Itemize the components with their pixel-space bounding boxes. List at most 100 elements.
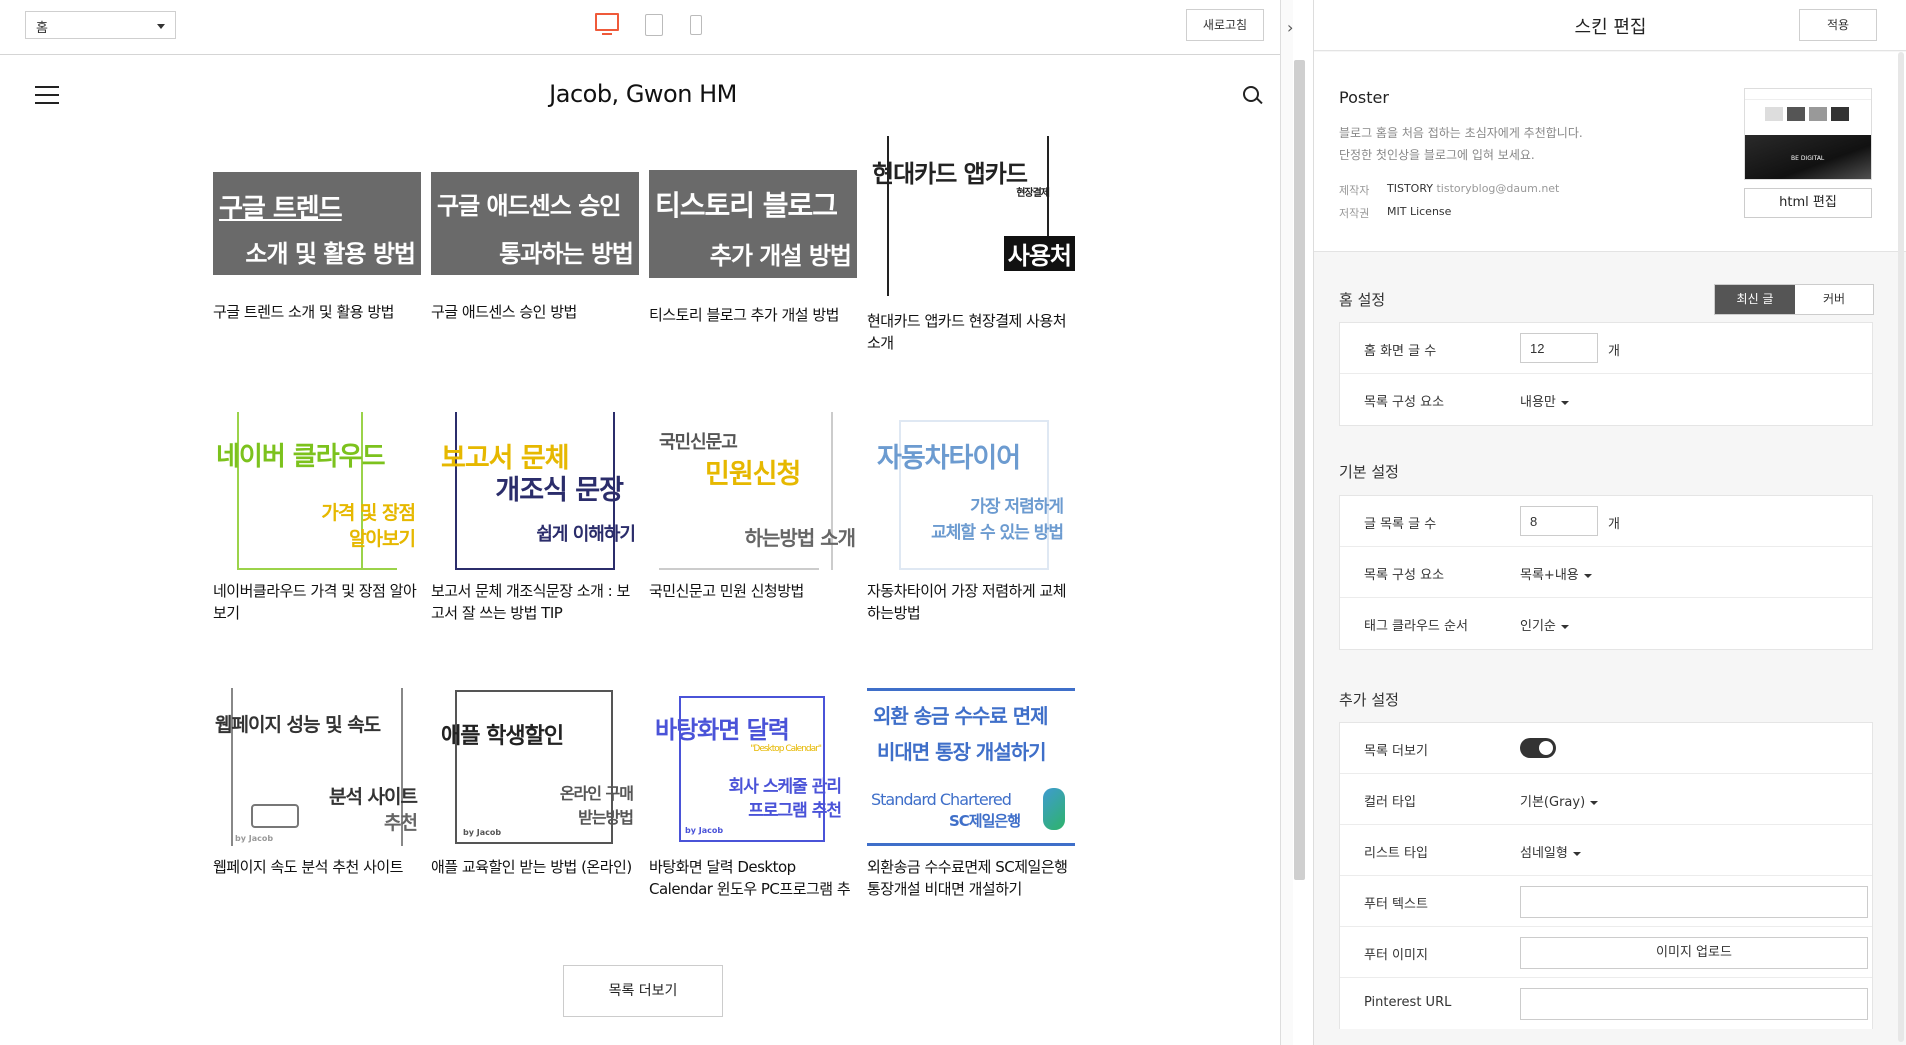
home-components-dropdown[interactable]: 내용만 bbox=[1520, 391, 1569, 410]
skin-edit-panel: 스킨 편집 적용 Poster 블로그 홈을 처음 접하는 초심자에게 추천합니… bbox=[1313, 0, 1906, 1045]
post-title[interactable]: 자동차타이어 가장 저렴하게 교체하는방법 bbox=[867, 580, 1075, 624]
html-edit-button[interactable]: html 편집 bbox=[1744, 188, 1872, 218]
post-card[interactable]: 자동차타이어 가장 저렴하게 교체할 수 있는 방법 자동차타이어 가장 저렴하… bbox=[867, 412, 1075, 624]
post-title[interactable]: 티스토리 블로그 추가 개설 방법 bbox=[649, 304, 857, 326]
list-type-dropdown[interactable]: 섬네일형 bbox=[1520, 842, 1581, 861]
skin-name: Poster bbox=[1339, 88, 1389, 107]
setting-row: 홈 화면 글 수 개 bbox=[1340, 323, 1872, 374]
tablet-icon[interactable] bbox=[645, 14, 663, 36]
page-select[interactable]: 홈 bbox=[25, 11, 176, 39]
tag-order-label: 태그 클라우드 순서 bbox=[1364, 619, 1468, 634]
list-count-input[interactable] bbox=[1520, 506, 1598, 536]
post-thumbnail[interactable]: 구글 트렌드 소개 및 활용 방법 bbox=[213, 172, 421, 275]
post-card[interactable]: 구글 애드센스 승인 통과하는 방법 구글 애드센스 승인 방법 bbox=[431, 162, 639, 323]
desktop-icon[interactable] bbox=[595, 13, 619, 35]
post-title[interactable]: 애플 교육할인 받는 방법 (온라인) bbox=[431, 856, 639, 878]
thumb-text: 민원신청 bbox=[705, 459, 801, 490]
post-title[interactable]: 국민신문고 민원 신청방법 bbox=[649, 580, 857, 602]
post-card[interactable]: 웹페이지 성능 및 속도 분석 사이트 추천 by Jacob 웹페이지 속도 … bbox=[213, 688, 421, 878]
post-thumbnail[interactable]: 웹페이지 성능 및 속도 분석 사이트 추천 by Jacob bbox=[213, 688, 421, 846]
list-components-dropdown[interactable]: 목록+내용 bbox=[1520, 564, 1592, 583]
post-card[interactable]: 티스토리 블로그 추가 개설 방법 티스토리 블로그 추가 개설 방법 bbox=[649, 160, 857, 326]
blog-preview: Jacob, Gwon HM 구글 트렌드 소개 및 활용 방법 구글 트렌드 … bbox=[0, 56, 1280, 1045]
post-thumbnail[interactable]: 외환 송금 수수료 면제 비대면 통장 개설하기 Standard Charte… bbox=[867, 688, 1075, 846]
search-icon[interactable] bbox=[1243, 86, 1259, 102]
post-thumbnail[interactable]: 현대카드 앱카드 현장결제 사용처 bbox=[867, 136, 1075, 296]
color-type-label: 컬러 타입 bbox=[1364, 795, 1416, 810]
footer-text-input[interactable] bbox=[1520, 886, 1868, 918]
post-title[interactable]: 네이버클라우드 가격 및 장점 알아보기 bbox=[213, 580, 421, 624]
list-count-label: 글 목록 글 수 bbox=[1364, 517, 1437, 532]
post-card[interactable]: 보고서 문체 개조식 문장 쉽게 이해하기 보고서 문체 개조식문장 소개 : … bbox=[431, 412, 639, 624]
caret-down-icon bbox=[1572, 851, 1581, 856]
post-title[interactable]: 현대카드 앱카드 현장결제 사용처 소개 bbox=[867, 310, 1075, 354]
post-title[interactable]: 구글 트렌드 소개 및 활용 방법 bbox=[213, 301, 421, 323]
setting-row: 컬러 타입 기본(Gray) bbox=[1340, 774, 1872, 825]
setting-row: 글 목록 글 수 개 bbox=[1340, 496, 1872, 547]
thumb-text: 가장 저렴하게 bbox=[970, 497, 1064, 517]
preview-divider bbox=[1280, 0, 1293, 1045]
post-title[interactable]: 외환송금 수수료면제 SC제일은행 통장개설 비대면 개설하기 bbox=[867, 856, 1075, 900]
collapse-panel-icon[interactable]: › bbox=[1287, 18, 1293, 37]
license-label: 저작권 bbox=[1339, 207, 1370, 220]
post-thumbnail[interactable]: 자동차타이어 가장 저렴하게 교체할 수 있는 방법 bbox=[867, 412, 1075, 570]
post-thumbnail[interactable]: 보고서 문체 개조식 문장 쉽게 이해하기 bbox=[431, 412, 639, 570]
post-title[interactable]: 구글 애드센스 승인 방법 bbox=[431, 301, 639, 323]
mobile-icon[interactable] bbox=[690, 15, 702, 35]
post-title[interactable]: 보고서 문체 개조식문장 소개 : 보고서 잘 쓰는 방법 TIP bbox=[431, 580, 639, 624]
seg-cover-button[interactable]: 커버 bbox=[1795, 285, 1873, 314]
color-type-dropdown[interactable]: 기본(Gray) bbox=[1520, 791, 1599, 810]
blog-title[interactable]: Jacob, Gwon HM bbox=[0, 80, 1280, 108]
more-toggle-switch[interactable] bbox=[1520, 738, 1556, 758]
thumb-text: 바탕화면 달력 bbox=[655, 716, 790, 744]
pinterest-url-input[interactable] bbox=[1520, 988, 1868, 1020]
image-upload-button[interactable]: 이미지 업로드 bbox=[1520, 937, 1868, 969]
setting-row: 목록 구성 요소 목록+내용 bbox=[1340, 547, 1872, 598]
thumb-text: 자동차타이어 bbox=[877, 443, 1021, 474]
setting-row: 목록 더보기 bbox=[1340, 723, 1872, 774]
post-card[interactable]: 네이버 클라우드 가격 및 장점 알아보기 네이버클라우드 가격 및 장점 알아… bbox=[213, 412, 421, 624]
unit-label: 개 bbox=[1608, 344, 1620, 359]
thumb-text: 분석 사이트 bbox=[328, 786, 418, 808]
post-thumbnail[interactable]: 네이버 클라우드 가격 및 장점 알아보기 bbox=[213, 412, 421, 570]
post-card[interactable]: 바탕화면 달력 "Desktop Calendar" 회사 스케줄 관리 프로그… bbox=[649, 688, 857, 900]
post-card[interactable]: 구글 트렌드 소개 및 활용 방법 구글 트렌드 소개 및 활용 방법 bbox=[213, 162, 421, 323]
thumb-text: 회사 스케줄 관리 bbox=[728, 777, 842, 797]
unit-label: 개 bbox=[1608, 517, 1620, 532]
post-thumbnail[interactable]: 티스토리 블로그 추가 개설 방법 bbox=[649, 170, 857, 278]
post-card[interactable]: 국민신문고 민원신청 하는방법 소개 국민신문고 민원 신청방법 bbox=[649, 412, 857, 602]
post-thumbnail[interactable]: 애플 학생할인 온라인 구매 받는방법 by Jacob bbox=[431, 688, 639, 846]
apply-button[interactable]: 적용 bbox=[1799, 9, 1877, 41]
dropdown-value: 섬네일형 bbox=[1520, 846, 1568, 861]
home-post-count-input[interactable] bbox=[1520, 333, 1598, 363]
post-thumbnail[interactable]: 구글 애드센스 승인 통과하는 방법 bbox=[431, 172, 639, 275]
load-more-button[interactable]: 목록 더보기 bbox=[563, 965, 723, 1017]
post-title[interactable]: 바탕화면 달력 Desktop Calendar 윈도우 PC프로그램 추천 bbox=[649, 856, 857, 900]
thumb-text: SC제일은행 bbox=[949, 812, 1021, 830]
post-card[interactable]: 현대카드 앱카드 현장결제 사용처 현대카드 앱카드 현장결제 사용처 소개 bbox=[867, 136, 1075, 354]
pinterest-url-label: Pinterest URL bbox=[1364, 995, 1452, 1010]
sc-logo-icon bbox=[1043, 788, 1065, 830]
post-title[interactable]: 웹페이지 속도 분석 추천 사이트 bbox=[213, 856, 421, 878]
skin-thumbnail: BE DIGITAL bbox=[1744, 88, 1872, 180]
author-email: tistoryblog@daum.net bbox=[1436, 182, 1560, 195]
seg-latest-button[interactable]: 최신 글 bbox=[1715, 285, 1795, 314]
thumb-text: 하는방법 소개 bbox=[744, 526, 856, 550]
post-thumbnail[interactable]: 국민신문고 민원신청 하는방법 소개 bbox=[649, 412, 857, 570]
tag-order-dropdown[interactable]: 인기순 bbox=[1520, 615, 1569, 634]
thumb-text: 웹페이지 성능 및 속도 bbox=[215, 714, 381, 736]
post-card[interactable]: 외환 송금 수수료 면제 비대면 통장 개설하기 Standard Charte… bbox=[867, 688, 1075, 900]
refresh-button[interactable]: 새로고침 bbox=[1186, 9, 1264, 41]
home-components-label: 목록 구성 요소 bbox=[1364, 395, 1445, 410]
preview-scrollbar[interactable] bbox=[1294, 60, 1305, 880]
panel-scrollbar[interactable] bbox=[1897, 52, 1905, 1042]
footer-text-label: 푸터 텍스트 bbox=[1364, 897, 1428, 912]
setting-row: 푸터 이미지 이미지 업로드 bbox=[1340, 927, 1872, 978]
home-mode-toggle[interactable]: 최신 글 커버 bbox=[1714, 284, 1874, 315]
thumb-text: 쉽게 이해하기 bbox=[536, 524, 636, 545]
more-toggle-label: 목록 더보기 bbox=[1364, 744, 1428, 759]
panel-header: 스킨 편집 적용 bbox=[1314, 0, 1906, 51]
post-card[interactable]: 애플 학생할인 온라인 구매 받는방법 by Jacob 애플 교육할인 받는 … bbox=[431, 688, 639, 878]
post-thumbnail[interactable]: 바탕화면 달력 "Desktop Calendar" 회사 스케줄 관리 프로그… bbox=[649, 688, 857, 846]
dropdown-value: 인기순 bbox=[1520, 619, 1556, 634]
